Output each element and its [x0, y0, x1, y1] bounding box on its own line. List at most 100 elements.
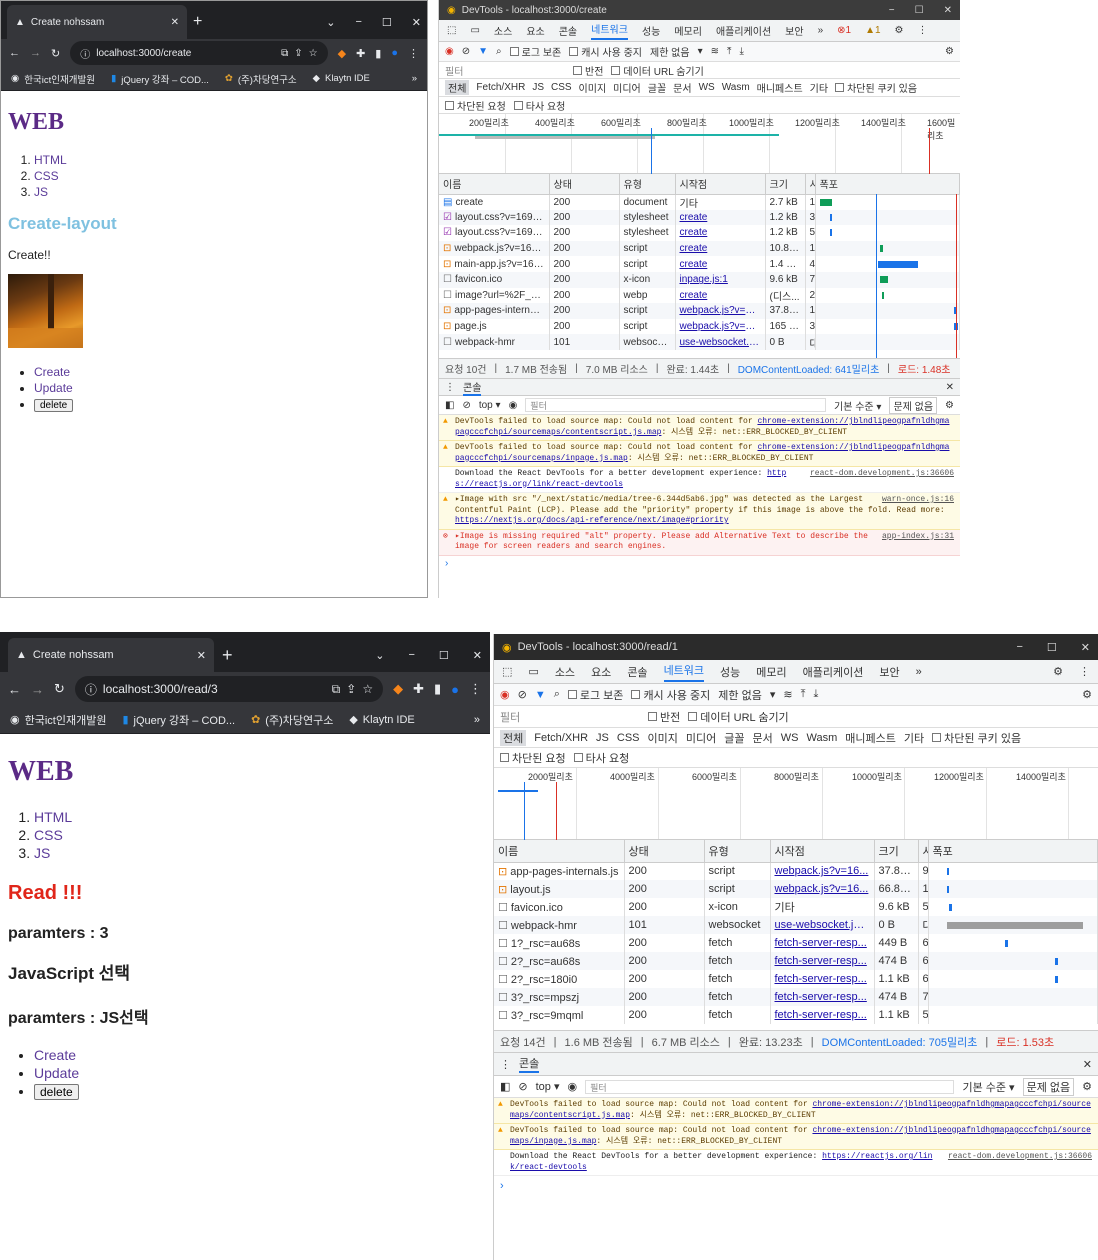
- record-icon[interactable]: ◉: [445, 46, 454, 57]
- request-initiator[interactable]: create: [675, 225, 766, 241]
- toc-item[interactable]: HTML: [34, 152, 420, 168]
- more-bookmarks-icon[interactable]: »: [412, 73, 417, 84]
- request-initiator[interactable]: use-websocket.js:...: [675, 334, 766, 350]
- upload-icon[interactable]: ⤒: [727, 46, 731, 57]
- close-drawer-icon[interactable]: ✕: [946, 382, 954, 393]
- col-name[interactable]: 이름: [439, 174, 550, 195]
- level-select[interactable]: 기본 수준 ▾: [834, 398, 881, 413]
- table-row[interactable]: ⊡ main-app.js?v=1693... 200 script create 1.4…: [439, 256, 960, 272]
- minimize-icon[interactable]: −: [408, 649, 414, 661]
- settings-icon[interactable]: ⚙: [945, 400, 954, 411]
- invert-checkbox[interactable]: 반전: [648, 709, 680, 725]
- create-link[interactable]: Create: [34, 1047, 76, 1063]
- clear-console-icon[interactable]: ⊘: [462, 400, 470, 411]
- col-size[interactable]: 크기: [874, 840, 919, 863]
- maximize-icon[interactable]: ☐: [382, 16, 392, 29]
- new-tab-icon[interactable]: +: [222, 645, 233, 666]
- download-icon[interactable]: ⤓: [739, 46, 743, 57]
- col-waterfall[interactable]: 폭포: [928, 840, 1098, 863]
- wifi-icon[interactable]: ≋: [783, 688, 792, 701]
- address-bar[interactable]: ⓘ localhost:3000/create ⧉ ⇪ ☆: [70, 41, 328, 65]
- request-initiator[interactable]: inpage.js:1: [675, 271, 766, 288]
- col-time[interactable]: 시: [805, 174, 816, 195]
- profile-icon[interactable]: ●: [451, 682, 459, 697]
- console-message[interactable]: ▲ DevTools failed to load source map: Cou…: [439, 415, 960, 441]
- bookmark-item[interactable]: ▮ jQuery 강좌 – COD...: [122, 712, 235, 728]
- message-source-link[interactable]: app-index.js:31: [882, 532, 954, 543]
- level-select[interactable]: 기본 수준 ▾: [962, 1079, 1014, 1095]
- share-icon[interactable]: ⇪: [346, 682, 356, 696]
- context-select[interactable]: top ▾: [479, 400, 501, 411]
- throttle-select[interactable]: 제한 없음: [650, 44, 690, 59]
- device-icon[interactable]: ▭: [470, 25, 479, 36]
- request-initiator[interactable]: webpack.js?v=16...: [770, 862, 875, 880]
- bookmark-item[interactable]: ◆ Klaytn IDE: [313, 73, 370, 84]
- console-message[interactable]: ▲ DevTools failed to load source map: Cou…: [439, 441, 960, 467]
- table-row[interactable]: ☐ 3?_rsc=9mqml 200 fetch fetch-server-resp..…: [494, 1006, 1098, 1024]
- console-message[interactable]: ▲ DevTools failed to load source map: Cou…: [494, 1124, 1098, 1150]
- tab-performance[interactable]: 성능: [642, 23, 660, 38]
- filter-icon[interactable]: ▼: [535, 689, 546, 701]
- bookmark-item[interactable]: ◉ 한국ict인재개발원: [11, 72, 95, 86]
- third-party-checkbox[interactable]: 타사 요청: [513, 98, 565, 113]
- table-row[interactable]: ☐ webpack-hmr 101 websocket use-websocket.js…: [494, 916, 1098, 934]
- tab-security[interactable]: 보안: [785, 23, 803, 38]
- update-link[interactable]: Update: [34, 1065, 79, 1081]
- table-row[interactable]: ⊡ page.js 200 script webpack.js?v=16... 165 k…: [439, 318, 960, 335]
- settings-icon[interactable]: ⚙: [895, 25, 904, 36]
- clear-console-icon[interactable]: ⊘: [518, 1080, 527, 1093]
- translate-icon[interactable]: ⧉: [281, 48, 288, 59]
- table-row[interactable]: ☐ 2?_rsc=au68s 200 fetch fetch-server-resp..…: [494, 952, 1098, 970]
- clear-icon[interactable]: ⊘: [518, 688, 527, 701]
- close-window-icon[interactable]: ✕: [473, 649, 482, 662]
- type-media[interactable]: 미디어: [613, 80, 641, 95]
- browser-tab[interactable]: ▲ Create nohssam ✕: [8, 638, 214, 672]
- overview-timeline[interactable]: 2000밀리초 4000밀리초 6000밀리초 8000밀리초 10000밀리초…: [494, 768, 1098, 840]
- minimize-icon[interactable]: −: [889, 5, 895, 16]
- create-link-item[interactable]: Create: [34, 1046, 482, 1064]
- throttle-select[interactable]: 제한 없음: [718, 687, 762, 703]
- filter-icon[interactable]: ▼: [478, 46, 488, 57]
- type-img[interactable]: 이미지: [648, 730, 678, 746]
- eye-icon[interactable]: ◉: [509, 400, 518, 411]
- request-initiator[interactable]: create: [675, 240, 766, 257]
- inspect-icon[interactable]: ⬚: [502, 665, 512, 678]
- message-source-link[interactable]: warn-once.js:16: [882, 495, 954, 506]
- table-row[interactable]: ☐favicon.ico200x-icon기타9.6 kB5.: [494, 898, 1098, 916]
- toc-item[interactable]: HTML: [34, 808, 482, 826]
- request-initiator[interactable]: webpack.js?v=16...: [770, 880, 875, 898]
- col-waterfall[interactable]: 폭포: [815, 174, 960, 195]
- chevron-down-icon[interactable]: ⌄: [375, 649, 384, 662]
- create-link[interactable]: Create: [34, 365, 70, 379]
- more-tabs-icon[interactable]: »: [818, 25, 824, 36]
- request-initiator[interactable]: fetch-server-resp...: [770, 1006, 875, 1024]
- update-link-item[interactable]: Update: [34, 380, 420, 396]
- tab-memory[interactable]: 메모리: [674, 23, 702, 38]
- back-icon[interactable]: ←: [9, 47, 20, 59]
- minimize-icon[interactable]: −: [1016, 641, 1022, 653]
- preserve-log-checkbox[interactable]: 로그 보존: [567, 687, 623, 703]
- create-link-item[interactable]: Create: [34, 364, 420, 380]
- type-manifest[interactable]: 매니페스트: [757, 80, 803, 95]
- col-initiator[interactable]: 시작점: [675, 174, 766, 195]
- tab-console[interactable]: 콘솔: [559, 23, 577, 38]
- table-row[interactable]: ☐ webpack-hmr 101 websocket use-websocket.js…: [439, 334, 960, 350]
- tab-elements[interactable]: 요소: [526, 23, 544, 38]
- type-other[interactable]: 기타: [810, 80, 828, 95]
- maximize-icon[interactable]: ☐: [1047, 641, 1057, 654]
- page-heading[interactable]: WEB: [8, 756, 482, 788]
- close-window-icon[interactable]: ✕: [944, 5, 952, 16]
- table-row[interactable]: ☑ layout.css?v=169335... 200 stylesheet crea…: [439, 225, 960, 241]
- type-font[interactable]: 글꼴: [648, 80, 666, 95]
- browser-tab[interactable]: ▲ Create nohssam ✕: [7, 5, 187, 39]
- settings-icon[interactable]: ⚙: [1053, 665, 1063, 678]
- settings-icon[interactable]: ⚙: [945, 46, 954, 57]
- toc-item[interactable]: CSS: [34, 826, 482, 844]
- sidebar-icon[interactable]: ◧: [500, 1080, 510, 1093]
- col-time[interactable]: 시: [918, 840, 929, 863]
- tab-application[interactable]: 애플리케이션: [716, 23, 771, 38]
- search-icon[interactable]: ⌕: [554, 688, 560, 701]
- drawer-menu-icon[interactable]: ⋮: [445, 382, 455, 393]
- clear-icon[interactable]: ⊘: [462, 46, 470, 57]
- warning-count[interactable]: ▲1: [865, 25, 880, 36]
